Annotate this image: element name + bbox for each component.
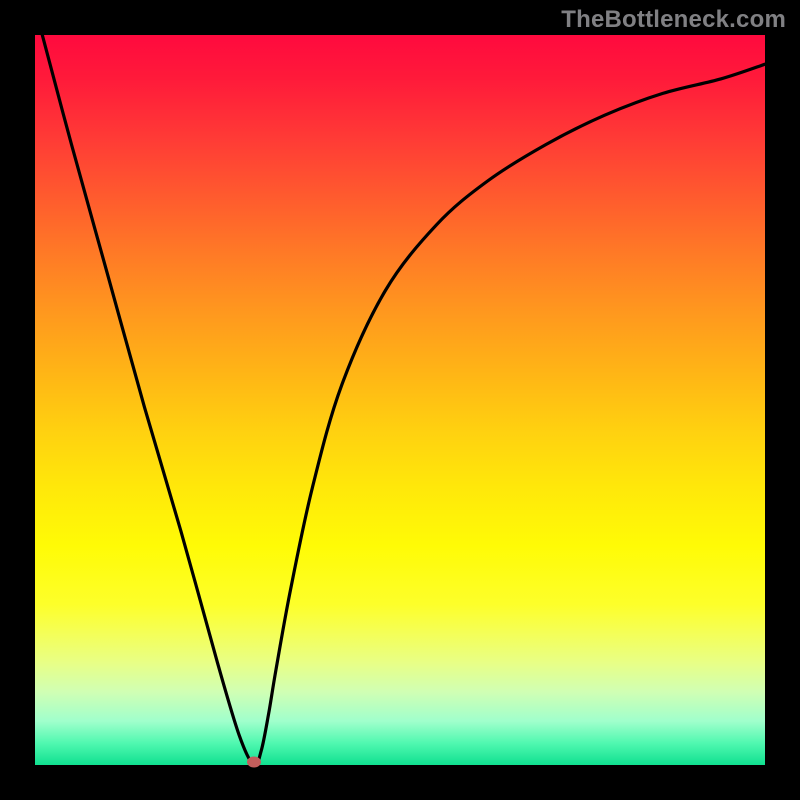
plot-area	[35, 35, 765, 765]
bottleneck-curve	[35, 35, 765, 765]
optimum-marker	[247, 757, 261, 768]
chart-frame: TheBottleneck.com	[0, 0, 800, 800]
watermark-text: TheBottleneck.com	[561, 6, 786, 34]
